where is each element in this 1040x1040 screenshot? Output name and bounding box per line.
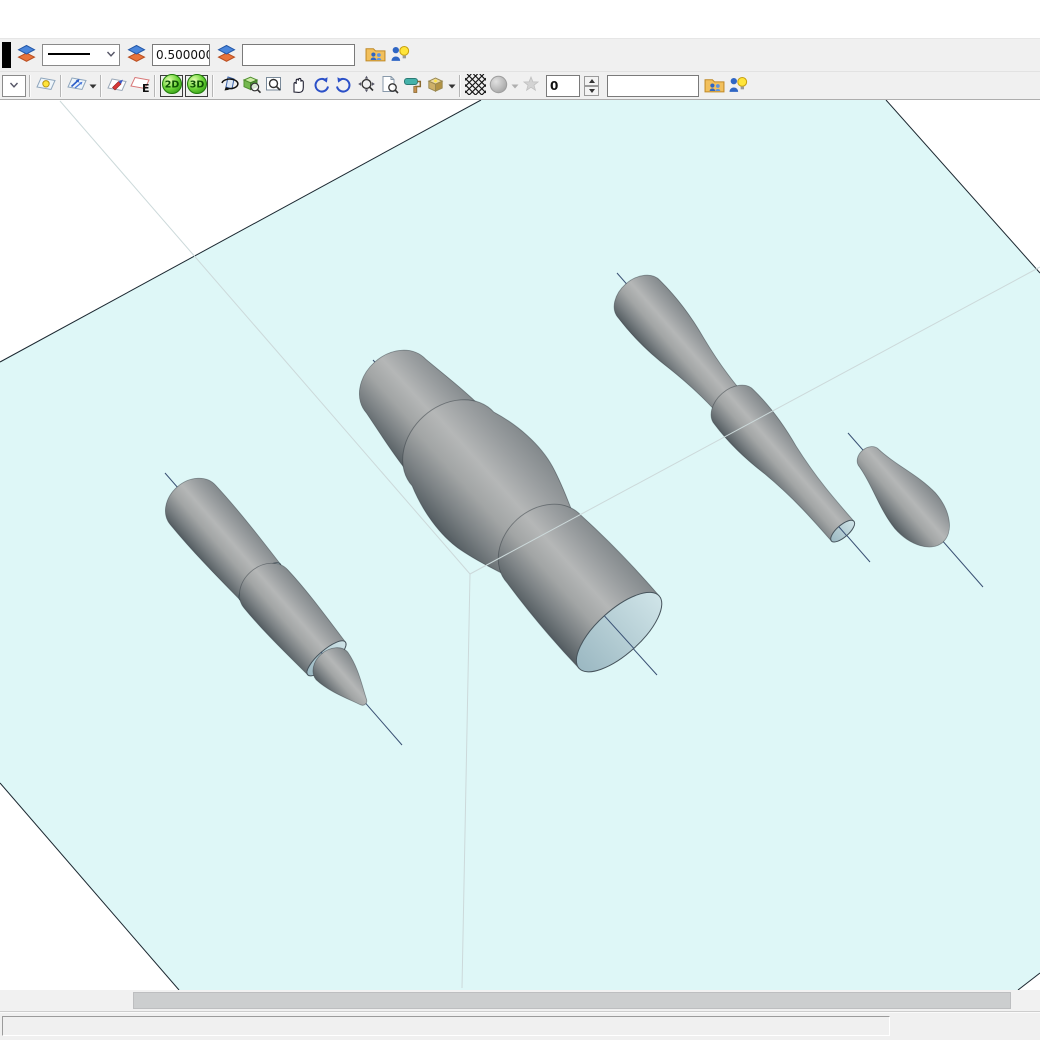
chevron-down-icon <box>9 79 19 93</box>
rotate-view-button[interactable] <box>217 75 240 97</box>
viewport <box>0 100 1040 990</box>
highlight-assist-button-2[interactable] <box>726 75 749 97</box>
open-group-button-2[interactable] <box>703 75 726 97</box>
layers-icon <box>127 44 146 66</box>
magnifier-box-icon <box>265 75 284 96</box>
rotate-view-icon <box>218 74 240 97</box>
plane-edit-label: E <box>142 82 150 94</box>
plane-e-icon: E <box>129 75 151 97</box>
zoom-extents-button[interactable] <box>355 75 378 97</box>
viewport-canvas[interactable] <box>0 100 1040 990</box>
star-icon <box>523 76 539 95</box>
workplane-visibility-button[interactable] <box>34 75 57 97</box>
arrow-cw-icon <box>334 75 354 97</box>
folder-people-icon <box>704 75 725 97</box>
plane-pen-icon <box>107 75 127 96</box>
workplane-orientation-dropdown[interactable] <box>88 75 97 97</box>
color-swatch[interactable] <box>2 42 11 68</box>
2d-mode-icon: 2D <box>161 73 183 98</box>
note-field[interactable] <box>607 75 699 97</box>
pan-view-button[interactable] <box>286 75 309 97</box>
page-magnifier-icon <box>380 75 400 97</box>
horizontal-scrollbar[interactable] <box>0 990 1040 1012</box>
sphere-icon <box>489 75 508 97</box>
plane-bulb-icon <box>36 75 56 96</box>
plane-arrows-icon <box>67 75 87 96</box>
workplane-orientation-button[interactable] <box>65 75 88 97</box>
line-style-sample-icon <box>46 48 92 62</box>
layer-order-button-2[interactable] <box>124 43 148 67</box>
view-toolbar: E 2D 3D <box>0 72 1040 100</box>
mesh-display-button[interactable] <box>464 75 487 97</box>
person-bulb-icon <box>727 75 748 97</box>
folder-people-icon <box>365 44 386 66</box>
paint-roller-icon <box>403 75 423 97</box>
tag-field[interactable] <box>242 44 355 66</box>
rotate-right-button[interactable] <box>332 75 355 97</box>
line-style-combo[interactable] <box>42 44 120 66</box>
sphere-display-dropdown[interactable] <box>510 75 519 97</box>
zoom-solid-button[interactable] <box>240 75 263 97</box>
view-preset-combo[interactable] <box>2 75 26 97</box>
3d-mode-icon: 3D <box>186 73 208 98</box>
workplane-sketch-button[interactable] <box>105 75 128 97</box>
triangle-down-icon <box>589 89 595 93</box>
person-bulb-icon <box>389 44 410 66</box>
mode-3d-label: 3D <box>189 80 204 91</box>
arrow-ccw-icon <box>311 75 331 97</box>
display-cube-button[interactable] <box>424 75 447 97</box>
layer-order-button-3[interactable] <box>214 43 238 67</box>
layers-icon <box>217 44 236 66</box>
rotate-left-button[interactable] <box>309 75 332 97</box>
angle-spinner-buttons <box>584 76 599 96</box>
line-width-field[interactable]: 0.500000 <box>152 44 210 66</box>
horizontal-scrollbar-thumb[interactable] <box>133 992 1011 1009</box>
mode-2d-label: 2D <box>164 80 179 91</box>
spinner-up-button[interactable] <box>584 76 599 86</box>
layers-icon <box>17 44 36 66</box>
render-roller-button[interactable] <box>401 75 424 97</box>
star-display-button[interactable] <box>519 75 542 97</box>
chevron-down-icon <box>106 48 116 62</box>
angle-spinner-field[interactable]: 0 <box>546 75 580 97</box>
format-toolbar: 0.500000 <box>0 38 1040 72</box>
window-top-space <box>0 0 1040 38</box>
layer-order-button-1[interactable] <box>14 43 38 67</box>
spinner-down-button[interactable] <box>584 86 599 96</box>
cube-icon <box>425 74 446 97</box>
zoom-window-button[interactable] <box>263 75 286 97</box>
mode-2d-button[interactable]: 2D <box>160 75 183 97</box>
zoom-page-button[interactable] <box>378 75 401 97</box>
open-group-button[interactable] <box>363 43 387 67</box>
triangle-up-icon <box>589 79 595 83</box>
status-bar <box>0 1012 1040 1040</box>
cube-magnifier-icon <box>241 74 262 97</box>
highlight-assist-button[interactable] <box>387 43 411 67</box>
crosshatch-icon <box>465 74 486 98</box>
magnifier-arrows-icon <box>357 75 377 97</box>
mode-3d-button[interactable]: 3D <box>185 75 208 97</box>
sphere-display-button[interactable] <box>487 75 510 97</box>
workplane-edit-button[interactable]: E <box>128 75 151 97</box>
status-field <box>2 1016 890 1036</box>
display-cube-dropdown[interactable] <box>447 75 456 97</box>
hand-icon <box>288 75 307 97</box>
